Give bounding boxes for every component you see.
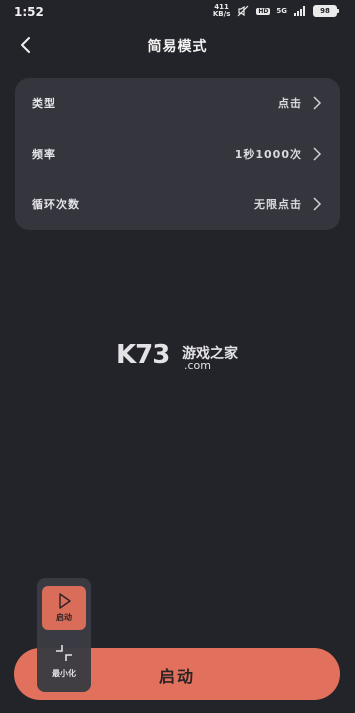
- watermark-domain: .com: [184, 359, 211, 372]
- floating-start-button[interactable]: 启动: [42, 586, 86, 630]
- setting-value-loop-count: 无限点击: [254, 198, 302, 211]
- status-icons: 411 KB/s HD 5G 98: [213, 4, 339, 18]
- status-time: 1:52: [14, 5, 44, 19]
- page-title: 简易模式: [147, 39, 208, 55]
- status-bar: 1:52 411 KB/s HD 5G 98: [0, 0, 355, 24]
- mute-icon: [236, 5, 250, 17]
- battery-icon: 98: [313, 5, 339, 17]
- setting-row-loop-count[interactable]: 循环次数 无限点击: [15, 179, 340, 229]
- floating-minimize-button[interactable]: 最小化: [42, 640, 86, 684]
- network-speed-unit: KB/s: [212, 10, 231, 18]
- chevron-right-icon: [313, 197, 322, 211]
- chevron-right-icon: [313, 96, 322, 110]
- setting-value-frequency: 1秒1000次: [234, 148, 302, 161]
- floating-control-panel[interactable]: 启动 最小化: [37, 578, 91, 692]
- setting-label-loop-count: 循环次数: [32, 198, 80, 211]
- floating-minimize-label: 最小化: [52, 669, 76, 678]
- signal-5g-icon: 5G: [276, 6, 287, 15]
- watermark-logo: K73 游戏之家 .com: [116, 340, 246, 376]
- signal-bars-icon: [293, 5, 307, 17]
- network-speed: 411 KB/s: [213, 4, 230, 18]
- settings-card: 类型 点击 频率 1秒1000次 循环次数 无限点击: [15, 78, 340, 230]
- setting-row-frequency[interactable]: 频率 1秒1000次: [15, 129, 340, 179]
- chevron-right-icon: [313, 147, 322, 161]
- play-icon: [59, 593, 71, 609]
- hd-badge: HD: [256, 7, 271, 15]
- watermark-brand: K73: [116, 340, 170, 370]
- minimize-icon: [56, 645, 72, 661]
- setting-value-type: 点击: [278, 97, 302, 110]
- setting-label-type: 类型: [32, 97, 56, 110]
- floating-start-label: 启动: [56, 613, 72, 622]
- setting-row-type[interactable]: 类型 点击: [15, 78, 340, 128]
- header: 简易模式: [0, 30, 355, 60]
- setting-label-frequency: 频率: [32, 148, 56, 161]
